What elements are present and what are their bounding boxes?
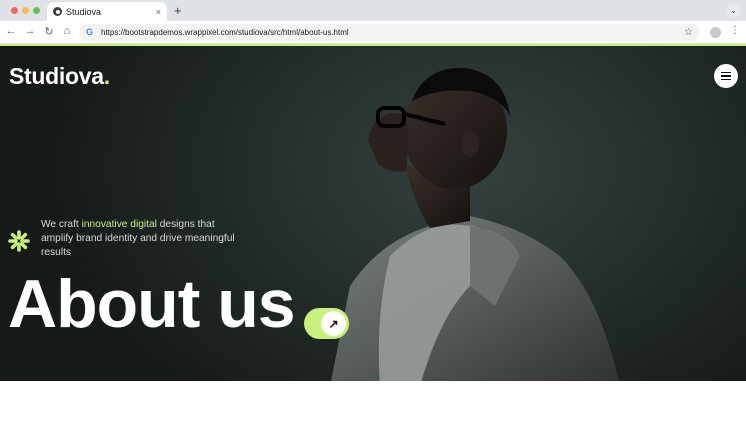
home-icon[interactable]: ⌂ bbox=[60, 25, 74, 37]
tab-title: Studiova bbox=[66, 6, 102, 17]
hamburger-menu-button[interactable] bbox=[714, 64, 738, 88]
address-bar[interactable]: G https://bootstrapdemos.wrappixel.com/s… bbox=[79, 24, 700, 41]
reload-icon[interactable]: ↻ bbox=[42, 25, 56, 38]
back-icon[interactable]: ← bbox=[4, 25, 18, 37]
window-maximize-button[interactable] bbox=[33, 7, 40, 14]
browser-toolbar: ← → ↻ ⌂ G https://bootstrapdemos.wrappix… bbox=[0, 21, 746, 44]
hamburger-icon bbox=[721, 72, 731, 74]
tab-close-icon[interactable]: × bbox=[156, 7, 161, 17]
profile-avatar[interactable] bbox=[710, 27, 721, 38]
hero-tagline: We craft innovative digital designs that… bbox=[41, 219, 235, 258]
favicon-icon bbox=[53, 7, 62, 16]
hero-cta-button[interactable]: ↗ bbox=[304, 308, 349, 339]
new-tab-button[interactable]: + bbox=[174, 3, 182, 18]
browser-menu-icon[interactable]: ⋮ bbox=[730, 25, 740, 36]
url-text[interactable]: https://bootstrapdemos.wrappixel.com/stu… bbox=[101, 28, 684, 37]
page-title: About us bbox=[8, 266, 296, 342]
asterisk-icon bbox=[8, 230, 30, 252]
hero-section: Studiova. We craft innovative digital de… bbox=[0, 46, 746, 381]
forward-icon[interactable]: → bbox=[23, 25, 37, 37]
browser-tab[interactable]: Studiova × bbox=[47, 2, 167, 21]
arrow-up-right-icon: ↗ bbox=[321, 311, 346, 336]
site-logo[interactable]: Studiova. bbox=[9, 63, 110, 90]
search-engine-icon: G bbox=[86, 27, 94, 37]
hero-portrait-image bbox=[331, 67, 619, 381]
browser-tab-bar: Studiova × + ⌄ bbox=[0, 0, 746, 21]
window-close-button[interactable] bbox=[11, 7, 18, 14]
window-minimize-button[interactable] bbox=[22, 7, 29, 14]
tab-search-button[interactable]: ⌄ bbox=[726, 3, 741, 18]
logo-dot: . bbox=[103, 63, 110, 89]
tagline-highlight: innovative digital bbox=[81, 219, 157, 230]
bookmark-star-icon[interactable]: ☆ bbox=[684, 27, 693, 38]
logo-text: Studiova bbox=[9, 63, 104, 89]
